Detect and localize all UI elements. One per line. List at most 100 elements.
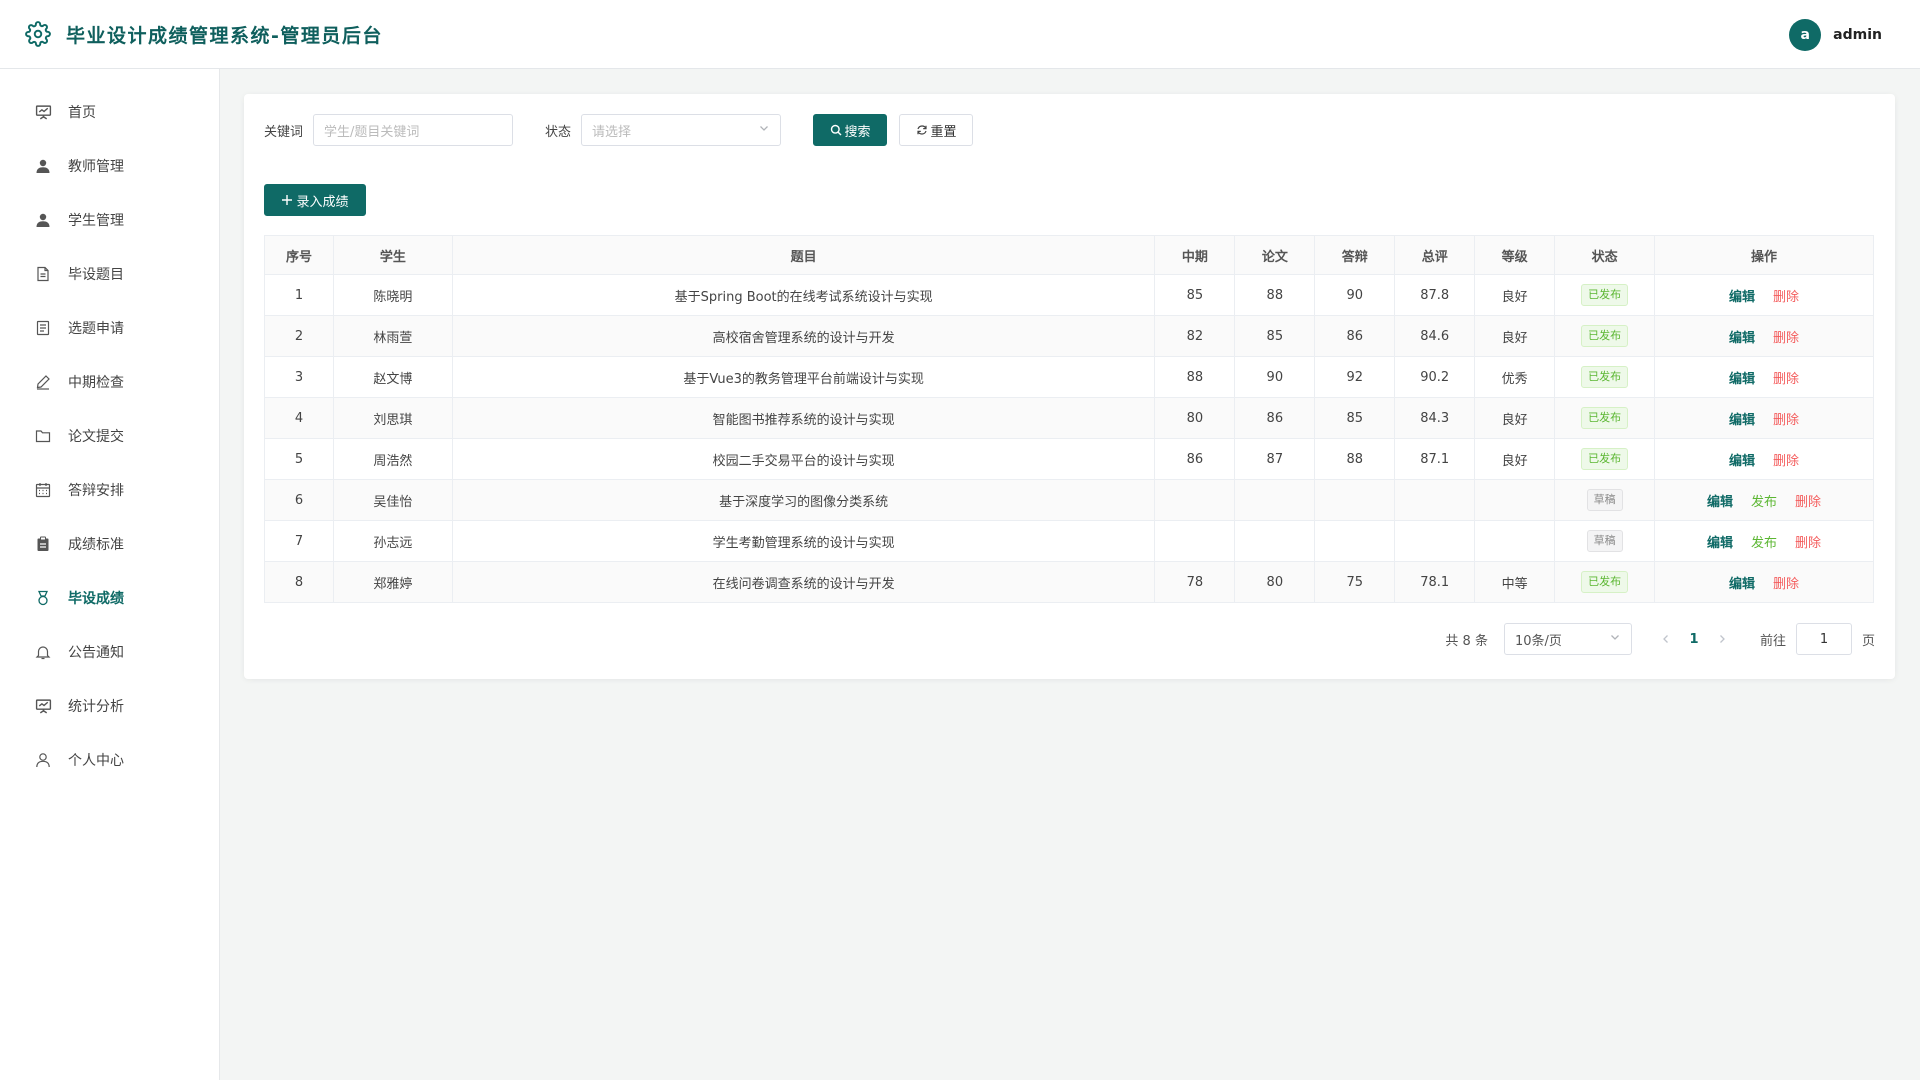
edit-button[interactable]: 编辑 xyxy=(1707,491,1733,510)
column-header: 操作 xyxy=(1654,235,1874,275)
edit-button[interactable]: 编辑 xyxy=(1729,368,1755,387)
publish-button[interactable]: 发布 xyxy=(1751,532,1777,551)
delete-button[interactable]: 删除 xyxy=(1773,368,1799,387)
delete-button[interactable]: 删除 xyxy=(1773,327,1799,346)
sidebar-item-4[interactable]: 选题申请 xyxy=(0,301,219,355)
cell-total xyxy=(1394,479,1476,521)
plus-icon xyxy=(281,194,293,206)
search-button-label: 搜索 xyxy=(844,124,871,140)
column-header: 状态 xyxy=(1554,235,1656,275)
cell-mid: 80 xyxy=(1154,397,1236,439)
table-row: 1 陈晓明 基于Spring Boot的在线考试系统设计与实现 85 88 90 87.8 良… xyxy=(264,274,1874,316)
avatar[interactable]: a xyxy=(1789,18,1822,51)
search-icon xyxy=(830,124,842,136)
sidebar-item-1[interactable]: 教师管理 xyxy=(0,139,219,193)
edit-button[interactable]: 编辑 xyxy=(1729,409,1755,428)
grades-card: 关键词 学生/题目关键词 状态 请选择 搜索 重置 录入成绩 序号 学生 题目 … xyxy=(244,94,1895,679)
sidebar-item-label: 首页 xyxy=(68,105,96,121)
sidebar-item-11[interactable]: 统计分析 xyxy=(0,679,219,733)
page-title: 毕业设计成绩管理系统-管理员后台 xyxy=(66,24,383,47)
cell-actions: 编辑 删除 xyxy=(1654,438,1874,480)
cell-paper: 86 xyxy=(1234,397,1316,439)
cell-actions: 编辑 发布 删除 xyxy=(1654,479,1874,521)
cell-status: 已发布 xyxy=(1554,397,1656,439)
sidebar-item-0[interactable]: 首页 xyxy=(0,85,219,139)
total-count: 共 8 条 xyxy=(1445,633,1488,649)
delete-button[interactable]: 删除 xyxy=(1773,573,1799,592)
pagination: 共 8 条 10条/页 1 前往 1 页 xyxy=(1445,622,1875,656)
sidebar-item-label: 答辩安排 xyxy=(68,483,124,499)
edit-button[interactable]: 编辑 xyxy=(1729,286,1755,305)
user-menu[interactable]: a admin xyxy=(1789,0,1882,69)
status-badge: 已发布 xyxy=(1581,284,1629,306)
edit-button[interactable]: 编辑 xyxy=(1707,532,1733,551)
sidebar-item-2[interactable]: 学生管理 xyxy=(0,193,219,247)
edit-button[interactable]: 编辑 xyxy=(1729,573,1755,592)
cell-defense: 90 xyxy=(1314,274,1396,316)
add-grade-button[interactable]: 录入成绩 xyxy=(264,184,366,216)
delete-button[interactable]: 删除 xyxy=(1773,450,1799,469)
document-list-icon xyxy=(34,319,52,337)
cell-total xyxy=(1394,520,1476,562)
column-header: 等级 xyxy=(1474,235,1556,275)
cell-topic: 高校宿舍管理系统的设计与开发 xyxy=(452,315,1156,357)
sidebar-item-6[interactable]: 论文提交 xyxy=(0,409,219,463)
table-row: 4 刘思琪 智能图书推荐系统的设计与实现 80 86 85 84.3 良好 已发布 编辑 删除 xyxy=(264,397,1874,439)
cell-actions: 编辑 发布 删除 xyxy=(1654,520,1874,562)
reset-button[interactable]: 重置 xyxy=(899,114,974,146)
sidebar-item-label: 学生管理 xyxy=(68,213,124,229)
sidebar-item-12[interactable]: 个人中心 xyxy=(0,733,219,787)
next-page-button[interactable] xyxy=(1710,634,1734,644)
page-suffix: 页 xyxy=(1861,633,1875,649)
delete-button[interactable]: 删除 xyxy=(1795,491,1821,510)
publish-button[interactable]: 发布 xyxy=(1751,491,1777,510)
status-badge: 已发布 xyxy=(1581,325,1629,347)
clipboard-icon xyxy=(34,535,52,553)
delete-button[interactable]: 删除 xyxy=(1795,532,1821,551)
goto-label: 前往 xyxy=(1759,633,1786,649)
grades-table: 序号 学生 题目 中期 论文 答辩 总评 等级 状态 操作 1 陈晓明 基于Spring Boot的在… xyxy=(264,235,1874,603)
sidebar-item-9[interactable]: 毕设成绩 xyxy=(0,571,219,625)
cell-topic: 在线问卷调查系统的设计与开发 xyxy=(452,561,1156,603)
cell-no: 5 xyxy=(264,438,334,480)
delete-button[interactable]: 删除 xyxy=(1773,286,1799,305)
chevron-left-icon xyxy=(1663,635,1668,643)
search-button[interactable]: 搜索 xyxy=(813,114,888,146)
delete-button[interactable]: 删除 xyxy=(1773,409,1799,428)
sidebar-item-10[interactable]: 公告通知 xyxy=(0,625,219,679)
add-grade-button-label: 录入成绩 xyxy=(296,194,349,210)
column-header: 论文 xyxy=(1234,235,1316,275)
username[interactable]: admin xyxy=(1833,27,1882,43)
sidebar-item-5[interactable]: 中期检查 xyxy=(0,355,219,409)
goto-page-input[interactable]: 1 xyxy=(1795,623,1852,655)
keyword-input[interactable]: 学生/题目关键词 xyxy=(313,114,514,146)
sidebar-item-8[interactable]: 成绩标准 xyxy=(0,517,219,571)
edit-button[interactable]: 编辑 xyxy=(1729,327,1755,346)
page-number-1[interactable]: 1 xyxy=(1682,632,1706,647)
user-icon xyxy=(34,157,52,175)
prev-page-button[interactable] xyxy=(1654,634,1678,644)
table-row: 5 周浩然 校园二手交易平台的设计与实现 86 87 88 87.1 良好 已发布 编辑 删除 xyxy=(264,438,1874,480)
sidebar-item-label: 公告通知 xyxy=(68,645,124,661)
page-size-select[interactable]: 10条/页 xyxy=(1503,623,1632,655)
sidebar-item-3[interactable]: 毕设题目 xyxy=(0,247,219,301)
sidebar-item-label: 统计分析 xyxy=(68,699,124,715)
cell-student: 林雨萱 xyxy=(333,315,453,357)
cell-student: 赵文博 xyxy=(333,356,453,398)
brand: 毕业设计成绩管理系统-管理员后台 xyxy=(24,20,383,48)
cell-mid xyxy=(1154,479,1236,521)
refresh-icon xyxy=(916,124,928,136)
edit-button[interactable]: 编辑 xyxy=(1729,450,1755,469)
cell-defense: 86 xyxy=(1314,315,1396,357)
cell-paper: 80 xyxy=(1234,561,1316,603)
sidebar-item-7[interactable]: 答辩安排 xyxy=(0,463,219,517)
cell-no: 8 xyxy=(264,561,334,603)
column-header: 序号 xyxy=(264,235,334,275)
cell-actions: 编辑 删除 xyxy=(1654,274,1874,316)
sidebar-item-label: 毕设成绩 xyxy=(68,591,124,607)
table-row: 6 吴佳怡 基于深度学习的图像分类系统 草稿 编辑 发布 删除 xyxy=(264,479,1874,521)
status-select[interactable]: 请选择 xyxy=(581,114,782,146)
cell-no: 1 xyxy=(264,274,334,316)
user-icon xyxy=(34,211,52,229)
cell-paper: 88 xyxy=(1234,274,1316,316)
